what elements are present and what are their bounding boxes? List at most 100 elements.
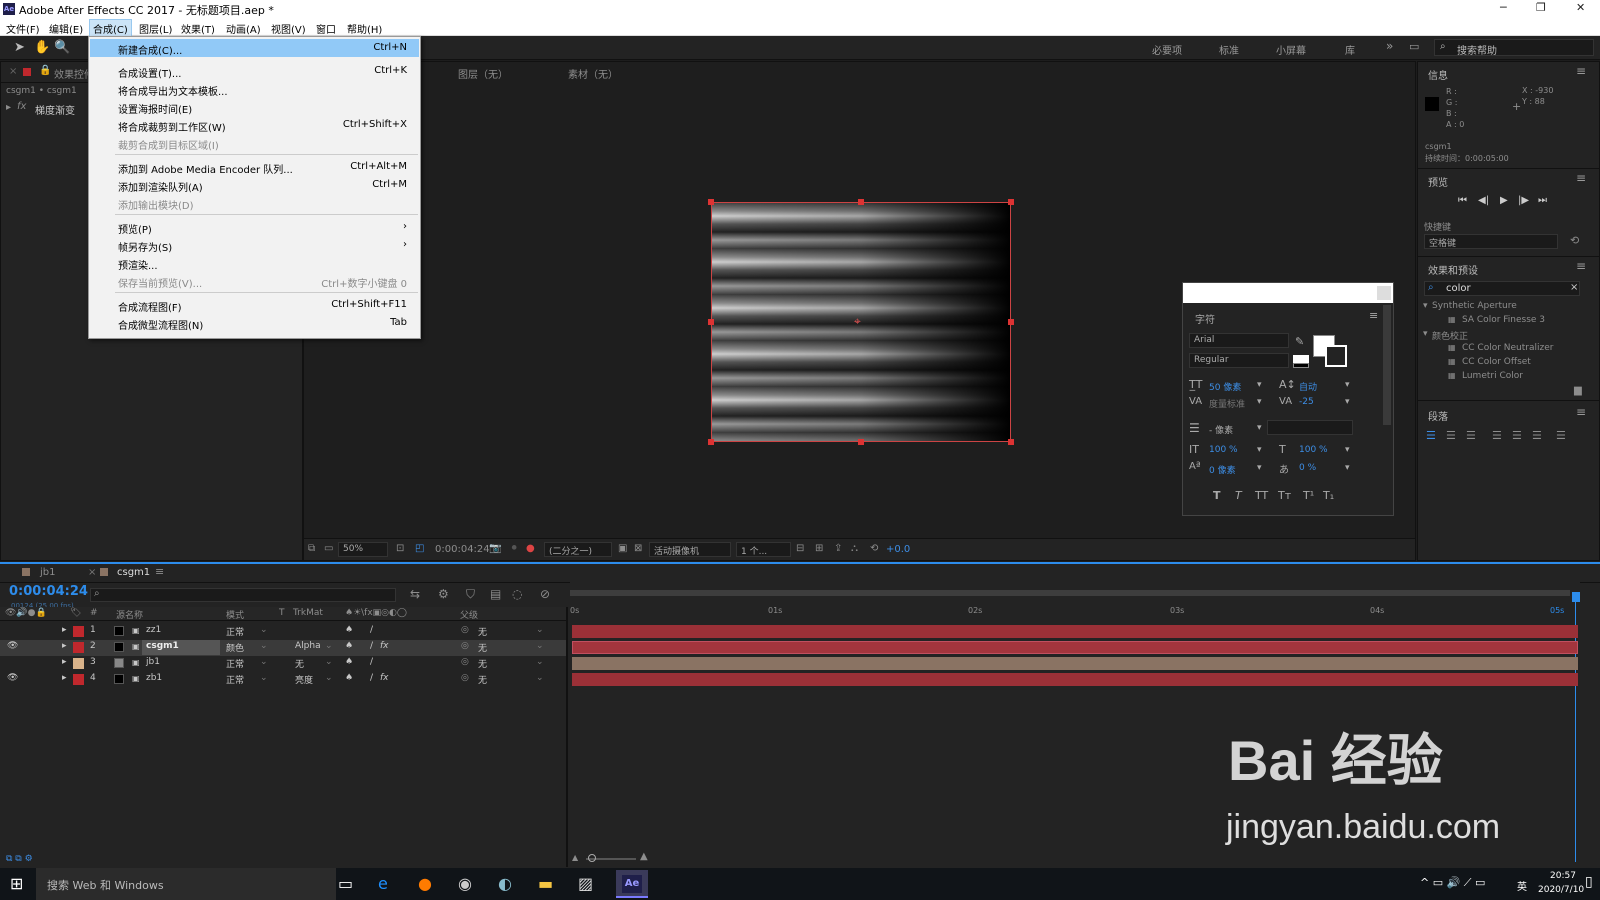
eyedropper-icon[interactable]: ✎ <box>1295 335 1304 348</box>
horizontal-scale-arrow-icon[interactable]: ▾ <box>1345 445 1350 455</box>
vertical-scale-arrow-icon[interactable]: ▾ <box>1257 445 1262 455</box>
column-mode[interactable]: 模式 <box>226 608 244 621</box>
expand-triangle-icon[interactable]: ▸ <box>6 102 11 113</box>
fx-switch-icon[interactable]: fx <box>380 641 389 651</box>
layer-row[interactable]: 👁 ▸ 4 ▣ zb1 正常 ⌄ 亮度 ⌄ ♠ / fx ◎ 无 ⌄ <box>0 672 566 688</box>
baseline-shift-arrow-icon[interactable]: ▾ <box>1257 463 1262 473</box>
white-swatch[interactable] <box>1293 355 1309 363</box>
timeline-footer-icons[interactable]: ⧉ ⧉ ⚙ <box>6 854 33 864</box>
prev-frame-icon[interactable]: ◀| <box>1478 195 1489 206</box>
expand-triangle-icon[interactable]: ▸ <box>62 625 67 635</box>
anchor-point-icon[interactable]: ⌖ <box>854 314 861 329</box>
play-icon[interactable]: ▶ <box>1500 195 1508 206</box>
layer-parent[interactable]: 无 <box>478 625 487 638</box>
zoom-tool-icon[interactable]: 🔍 <box>54 40 70 55</box>
fx-icon[interactable]: fx <box>17 101 26 112</box>
file-explorer-icon[interactable]: ▬ <box>538 874 553 893</box>
reset-icon[interactable]: ⟲ <box>1570 234 1579 247</box>
menu-edit[interactable]: 编辑(E) <box>49 21 83 36</box>
baseline-shift-value[interactable]: 0 像素 <box>1209 463 1236 476</box>
dropdown-arrow-icon[interactable]: ⌄ <box>325 673 333 683</box>
column-number[interactable]: # <box>90 608 98 618</box>
more-workspaces-icon[interactable]: » <box>1386 39 1393 53</box>
align-left-icon[interactable]: ☰ <box>1426 429 1436 442</box>
system-tray-icons[interactable]: ^ ▭ 🔊 ⟋ ▭ <box>1420 876 1485 890</box>
paragraph-menu-icon[interactable]: ≡ <box>1576 405 1586 419</box>
kerning-value[interactable]: 度量标准 <box>1209 397 1245 410</box>
dropdown-arrow-icon[interactable]: ⌄ <box>325 641 333 651</box>
clear-search-icon[interactable]: × <box>1570 282 1578 293</box>
layer-name[interactable]: jb1 <box>146 657 160 667</box>
justify-all-icon[interactable]: ☰ <box>1556 429 1566 442</box>
quality-switch-icon[interactable]: / <box>370 641 373 651</box>
font-family-dropdown[interactable]: Arial <box>1189 333 1289 348</box>
align-center-icon[interactable]: ☰ <box>1446 429 1456 442</box>
visibility-eye-icon[interactable]: 👁 <box>7 673 18 683</box>
tracking-value[interactable]: -25 <box>1299 397 1314 407</box>
menu-file[interactable]: 文件(F) <box>6 21 40 36</box>
always-preview-icon[interactable]: ⧉ <box>308 543 315 554</box>
help-search-input[interactable]: 搜索帮助 <box>1434 39 1594 57</box>
layer-parent[interactable]: 无 <box>478 657 487 670</box>
exposure-value[interactable]: +0.0 <box>886 544 910 555</box>
visibility-eye-icon[interactable]: 👁 <box>7 641 18 651</box>
horizontal-scale-value[interactable]: 100 % <box>1299 445 1328 455</box>
toggle-mask-icon[interactable]: ⊠ <box>634 543 642 554</box>
menu-item-add-to-media-encoder[interactable]: 添加到 Adobe Media Encoder 队列... Ctrl+Alt+M <box>90 158 419 176</box>
time-ruler[interactable]: 0s 01s 02s 03s 04s 05s <box>570 582 1580 622</box>
layer-row[interactable]: 👁 ▸ 2 ▣ csgm1 颜色 ⌄ Alpha ⌄ ♠ / fx ◎ 无 ⌄ <box>0 640 566 656</box>
zoom-dropdown[interactable]: 50% <box>338 542 388 557</box>
panel-scroll-icon[interactable] <box>1377 286 1391 300</box>
superscript-button[interactable]: T¹ <box>1303 489 1314 502</box>
shortcut-dropdown[interactable]: 空格键 <box>1424 234 1558 249</box>
firefox-icon[interactable]: ● <box>418 874 432 893</box>
stroke-order-dropdown[interactable] <box>1267 420 1353 435</box>
faux-bold-button[interactable]: T <box>1213 489 1221 502</box>
resolution-dropdown[interactable]: (二分之一) <box>544 542 612 557</box>
menu-item-mini-flowchart[interactable]: 合成微型流程图(N) Tab <box>90 314 419 332</box>
stroke-color-swatch[interactable] <box>1325 345 1347 367</box>
column-trkmat[interactable]: TrkMat <box>293 608 323 618</box>
motion-blur-icon[interactable]: ◌ <box>512 587 522 601</box>
menu-item-save-frame-as[interactable]: 帧另存为(S) › <box>90 236 419 254</box>
minimize-icon[interactable]: ─ <box>1500 1 1507 14</box>
effects-presets-menu-icon[interactable]: ≡ <box>1576 259 1586 273</box>
layer-duration-bar[interactable] <box>572 657 1578 670</box>
effects-group-synthetic-aperture[interactable]: Synthetic Aperture <box>1432 301 1517 311</box>
app-icon[interactable]: ◉ <box>458 874 472 893</box>
frame-blending-icon[interactable]: ▤ <box>490 587 501 601</box>
timeline-tab-jb1[interactable]: jb1 <box>40 567 56 578</box>
fit-icon[interactable]: ⊡ <box>396 543 404 554</box>
close-icon[interactable]: ✕ <box>1576 1 1585 14</box>
workspace-small-screen[interactable]: 小屏幕 <box>1276 42 1306 57</box>
effect-item-cc-color-offset[interactable]: CC Color Offset <box>1462 357 1531 367</box>
dropdown-arrow-icon[interactable]: ⌄ <box>260 625 268 635</box>
layer-handle-mr[interactable] <box>1008 319 1014 325</box>
tab-footage-viewer[interactable]: 素材（无） <box>568 66 618 81</box>
task-view-icon[interactable]: ▭ <box>338 874 353 893</box>
tracking-arrow-icon[interactable]: ▾ <box>1345 397 1350 407</box>
draft-3d-icon[interactable]: ⚙ <box>438 587 449 601</box>
windows-start-icon[interactable]: ⊞ <box>10 874 23 893</box>
leading-value[interactable]: 自动 <box>1299 380 1317 393</box>
color-channels-icon[interactable]: ● <box>526 543 535 554</box>
dropdown-arrow-icon[interactable]: ⌄ <box>536 673 544 683</box>
expand-triangle-icon[interactable]: ▸ <box>62 641 67 651</box>
expand-triangle-icon[interactable]: ▸ <box>62 657 67 667</box>
shy-switch-icon[interactable]: ♠ <box>345 625 353 635</box>
character-menu-icon[interactable]: ≡ <box>1369 309 1378 322</box>
layer-mode[interactable]: 正常 <box>226 673 244 686</box>
dropdown-arrow-icon[interactable]: ⌄ <box>536 657 544 667</box>
effects-group-color-correction[interactable]: 颜色校正 <box>1432 329 1468 342</box>
all-caps-button[interactable]: TT <box>1255 489 1268 502</box>
timeline-zoom-handle[interactable] <box>588 854 596 862</box>
layer-handle-bl[interactable] <box>708 439 714 445</box>
tab-menu-icon[interactable]: ≡ <box>155 565 164 578</box>
hide-shy-layers-icon[interactable]: ⛉ <box>466 587 475 602</box>
vertical-scale-value[interactable]: 100 % <box>1209 445 1238 455</box>
menu-item-new-composition[interactable]: 新建合成(C)... Ctrl+N <box>90 39 419 57</box>
taskbar-search-placeholder[interactable]: 搜索 Web 和 Windows <box>47 877 164 893</box>
pickwhip-icon[interactable]: ◎ <box>461 641 469 651</box>
flowchart-icon[interactable]: ⛬ <box>851 543 858 554</box>
workspace-essentials[interactable]: 必要项 <box>1152 42 1182 57</box>
